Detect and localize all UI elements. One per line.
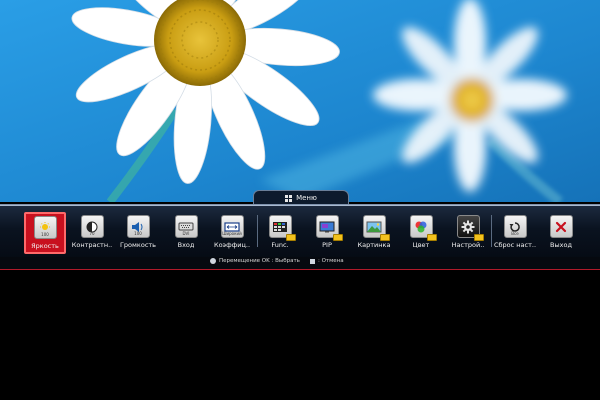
menu-item-ratio[interactable]: Широкий Коэффиц.. <box>211 212 253 254</box>
input-icon: DVI <box>174 215 198 238</box>
osd-menu-bar: 100 Яркость 70 Контрастн.. 100 Громкость <box>0 204 600 258</box>
menu-item-color[interactable]: Цвет <box>400 212 442 254</box>
volume-icon: 100 <box>126 215 150 238</box>
menu-item-exit[interactable]: Выход <box>540 212 582 254</box>
menu-button-icon <box>310 258 315 264</box>
menu-item-label: Сброс наст.. <box>494 241 537 249</box>
ratio-value: Широкий <box>222 231 242 236</box>
menu-item-label: Коэффиц.. <box>213 241 251 249</box>
menu-title-tab: Меню <box>253 190 349 205</box>
menu-item-contrast[interactable]: 70 Контрастн.. <box>71 212 113 254</box>
exit-icon <box>549 215 573 238</box>
contrast-value: 70 <box>89 231 95 236</box>
settings-icon <box>456 215 484 241</box>
cancel-hint: : Отмена <box>310 258 344 264</box>
folder-icon <box>332 234 343 241</box>
cancel-hint-text: : Отмена <box>318 258 344 264</box>
reset-value: Все <box>511 231 519 236</box>
navigation-pad-icon <box>210 258 216 264</box>
pip-icon <box>315 215 343 241</box>
menu-item-input[interactable]: DVI Вход <box>165 212 207 254</box>
menu-item-settings[interactable]: Настрой.. <box>447 212 489 254</box>
ratio-icon: Широкий <box>220 215 244 238</box>
menu-item-reset[interactable]: Все Сброс наст.. <box>494 212 536 254</box>
menu-title: Меню <box>296 194 317 202</box>
reset-icon: Все <box>503 215 527 238</box>
folder-icon <box>473 234 484 241</box>
menu-grid-icon <box>285 194 293 202</box>
menu-item-function[interactable]: Func. <box>259 212 301 254</box>
wallpaper-image <box>0 0 600 202</box>
menu-item-label: Цвет <box>412 241 430 249</box>
hint-bar: Перемещение OK : Выбрать : Отмена <box>0 257 600 270</box>
color-icon <box>409 215 437 241</box>
brightness-icon: 100 <box>33 216 57 239</box>
menu-divider <box>257 215 258 247</box>
menu-item-label: Яркость <box>31 242 59 250</box>
menu-item-label: Func. <box>271 241 289 249</box>
folder-icon <box>379 234 390 241</box>
folder-icon <box>426 234 437 241</box>
menu-divider <box>491 215 492 247</box>
menu-item-volume[interactable]: 100 Громкость <box>117 212 159 254</box>
menu-item-label: PIP <box>322 241 332 249</box>
menu-item-picture[interactable]: Картинка <box>353 212 395 254</box>
menu-item-label: Настрой.. <box>451 241 485 249</box>
brightness-value: 100 <box>41 232 49 237</box>
menu-item-pip[interactable]: PIP <box>306 212 348 254</box>
function-icon <box>268 215 296 241</box>
picture-icon <box>362 215 390 241</box>
menu-item-label: Картинка <box>357 241 391 249</box>
folder-icon <box>285 234 296 241</box>
input-value: DVI <box>182 231 190 236</box>
monitor-screen: Меню 100 Яркость 70 Контрастн.. 100 Гром… <box>0 0 600 400</box>
volume-value: 100 <box>134 231 142 236</box>
navigate-hint: Перемещение OK : Выбрать <box>210 258 300 264</box>
contrast-icon: 70 <box>80 215 104 238</box>
menu-item-label: Громкость <box>119 241 157 249</box>
navigate-hint-text: Перемещение OK : Выбрать <box>219 258 300 264</box>
menu-item-label: Вход <box>177 241 195 249</box>
menu-item-brightness[interactable]: 100 Яркость <box>24 212 66 254</box>
menu-item-label: Выход <box>550 241 572 249</box>
menu-item-label: Контрастн.. <box>71 241 113 249</box>
